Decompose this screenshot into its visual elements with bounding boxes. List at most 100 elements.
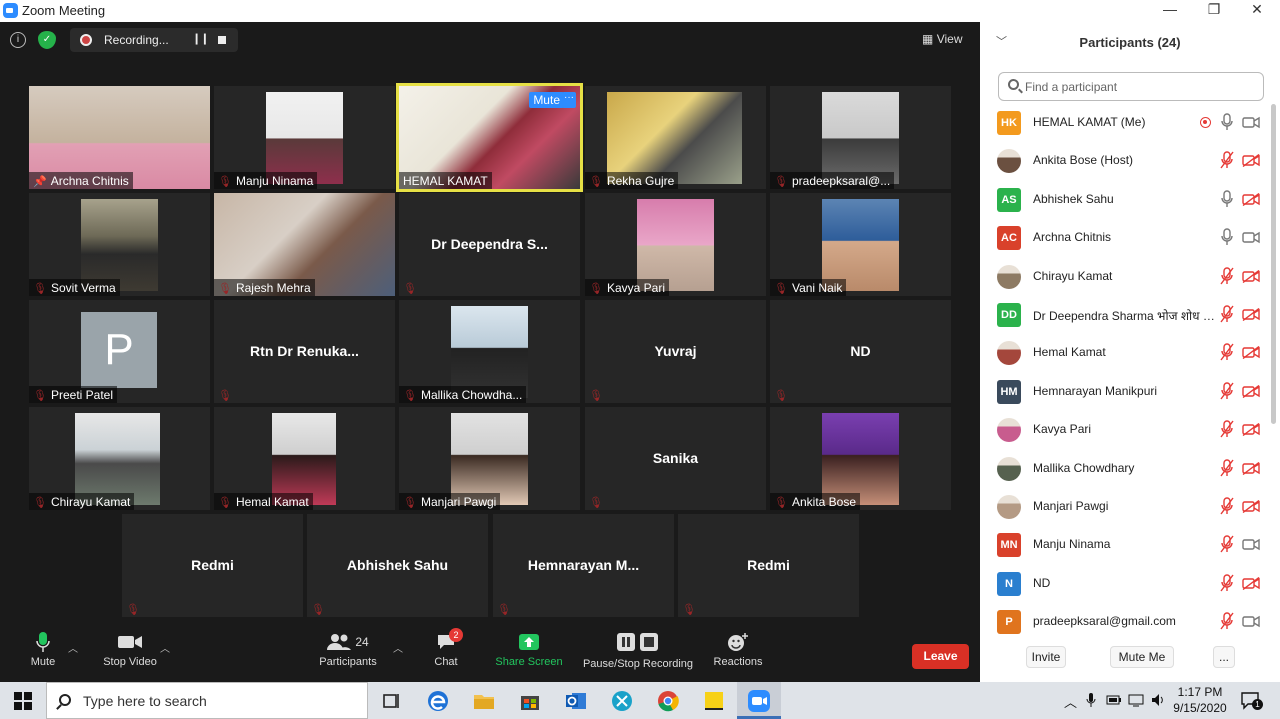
- participant-row[interactable]: Hemal Kamat: [980, 334, 1270, 372]
- video-camera-icon[interactable]: [1242, 231, 1260, 244]
- video-tile[interactable]: Sanika 🎙: [585, 407, 766, 510]
- mute-me-button[interactable]: Mute Me: [1110, 646, 1174, 668]
- video-off-icon[interactable]: [1242, 154, 1260, 168]
- participant-list-scrollbar[interactable]: [1271, 104, 1276, 424]
- participant-row[interactable]: HK HEMAL KAMAT (Me): [980, 104, 1270, 142]
- edge-browser-icon[interactable]: [425, 688, 451, 714]
- video-off-icon[interactable]: [1242, 461, 1260, 475]
- video-tile[interactable]: Yuvraj 🎙: [585, 300, 766, 403]
- participant-row[interactable]: Chirayu Kamat: [980, 258, 1270, 296]
- video-off-icon[interactable]: [1242, 500, 1260, 513]
- participant-row[interactable]: HM Hemnarayan Manikpuri: [980, 373, 1270, 411]
- participant-row[interactable]: MN Manju Ninama: [980, 526, 1270, 564]
- start-button[interactable]: [0, 682, 46, 719]
- tile-mute-button[interactable]: Mute: [529, 92, 564, 108]
- video-tile[interactable]: P 🎙 Preeti Patel: [29, 300, 210, 403]
- muted-microphone-icon[interactable]: [1220, 305, 1234, 323]
- video-off-icon[interactable]: [1242, 576, 1260, 590]
- muted-microphone-icon[interactable]: [1220, 497, 1234, 515]
- video-tile[interactable]: Redmi 🎙: [122, 514, 303, 617]
- video-tile[interactable]: 🎙 Hemal Kamat: [214, 407, 395, 510]
- info-icon[interactable]: i: [10, 32, 26, 48]
- participants-button[interactable]: 24 Participants: [316, 630, 380, 668]
- video-tile[interactable]: Redmi 🎙: [678, 514, 859, 617]
- shield-icon[interactable]: ✓: [38, 31, 56, 49]
- task-view-icon[interactable]: [378, 688, 404, 714]
- video-tile[interactable]: 📌 Archna Chitnis: [29, 86, 210, 189]
- video-tile[interactable]: 🎙 Mallika Chowdha...: [399, 300, 580, 403]
- sticky-notes-icon[interactable]: [701, 688, 727, 714]
- participants-options-chevron-icon[interactable]: ︿: [393, 640, 403, 655]
- video-tile[interactable]: 🎙 Rekha Gujre: [585, 86, 766, 189]
- chat-button[interactable]: 2 Chat: [428, 628, 464, 668]
- view-button[interactable]: ▦ View: [922, 32, 962, 46]
- participant-row[interactable]: DD Dr Deependra Sharma भोज शोध संस्थान: [980, 296, 1270, 334]
- taskbar-search-input[interactable]: Type here to search: [46, 682, 368, 719]
- microphone-icon[interactable]: [1220, 190, 1234, 208]
- muted-microphone-icon[interactable]: [1220, 574, 1234, 592]
- video-tile[interactable]: 🎙 Sovit Verma: [29, 193, 210, 296]
- microphone-icon[interactable]: [1220, 113, 1234, 131]
- restore-button[interactable]: ❐: [1199, 1, 1229, 21]
- taskbar-clock[interactable]: 1:17 PM 9/15/2020: [1170, 684, 1230, 716]
- participant-search-input[interactable]: Find a participant: [998, 72, 1264, 101]
- video-off-icon[interactable]: [1242, 346, 1260, 360]
- video-tile[interactable]: 🎙 Kavya Pari: [585, 193, 766, 296]
- video-tile[interactable]: ND 🎙: [770, 300, 951, 403]
- volume-icon[interactable]: [1150, 692, 1166, 708]
- invite-button[interactable]: Invite: [1026, 646, 1066, 668]
- video-off-icon[interactable]: [1242, 384, 1260, 398]
- muted-microphone-icon[interactable]: [1220, 458, 1234, 477]
- participant-row[interactable]: Ppradeepksaral@gmail.com: [980, 603, 1270, 634]
- video-tile[interactable]: 🎙 Ankita Bose: [770, 407, 951, 510]
- battery-icon[interactable]: [1106, 694, 1122, 706]
- participant-row[interactable]: N ND: [980, 565, 1270, 603]
- stop-video-button[interactable]: Stop Video: [98, 630, 162, 668]
- video-off-icon[interactable]: [1242, 423, 1260, 437]
- snipping-tool-icon[interactable]: [609, 688, 635, 714]
- muted-microphone-icon[interactable]: [1220, 382, 1234, 400]
- video-tile[interactable]: Abhishek Sahu 🎙: [307, 514, 488, 617]
- muted-microphone-icon[interactable]: [1220, 535, 1234, 553]
- video-tile[interactable]: 🎙 Manjari Pawgi: [399, 407, 580, 510]
- participant-row[interactable]: AC Archna Chitnis: [980, 219, 1270, 257]
- tray-chevron-up-icon[interactable]: ︿: [1064, 692, 1077, 711]
- chrome-icon[interactable]: [655, 688, 681, 714]
- video-tile[interactable]: 🎙 pradeepksaral@...: [770, 86, 951, 189]
- video-tile[interactable]: 🎙 Vani Naik: [770, 193, 951, 296]
- pause-recording-button[interactable]: ❙❙: [192, 32, 209, 45]
- store-icon[interactable]: [517, 688, 543, 714]
- participant-row[interactable]: AS Abhishek Sahu: [980, 181, 1270, 219]
- notification-center-button[interactable]: 1: [1240, 690, 1263, 710]
- muted-microphone-icon[interactable]: [1220, 343, 1234, 361]
- video-options-chevron-icon[interactable]: ︿: [160, 640, 170, 655]
- tray-microphone-icon[interactable]: [1086, 692, 1096, 708]
- tile-more-button[interactable]: ···: [562, 92, 576, 108]
- pause-stop-recording-button[interactable]: Pause/Stop Recording: [582, 630, 694, 670]
- video-camera-icon[interactable]: [1242, 615, 1260, 628]
- participant-row[interactable]: Mallika Chowdhary: [980, 450, 1270, 488]
- video-tile[interactable]: Dr Deependra S... 🎙: [399, 193, 580, 296]
- video-off-icon[interactable]: [1242, 192, 1260, 206]
- video-tile[interactable]: 🎙 Manju Ninama: [214, 86, 395, 189]
- stop-recording-button[interactable]: [218, 36, 226, 44]
- muted-microphone-icon[interactable]: [1220, 420, 1234, 438]
- file-explorer-icon[interactable]: [471, 688, 497, 714]
- muted-microphone-icon[interactable]: [1220, 151, 1234, 169]
- video-camera-icon[interactable]: [1242, 116, 1260, 129]
- zoom-taskbar-item[interactable]: [737, 682, 781, 719]
- video-tile[interactable]: Hemnarayan M... 🎙: [493, 514, 674, 617]
- outlook-icon[interactable]: [563, 688, 589, 714]
- minimize-button[interactable]: —: [1155, 1, 1185, 21]
- more-options-button[interactable]: ...: [1213, 646, 1235, 668]
- share-screen-button[interactable]: Share Screen: [494, 630, 564, 668]
- participant-row[interactable]: Kavya Pari: [980, 411, 1270, 449]
- muted-microphone-icon[interactable]: [1220, 266, 1234, 285]
- video-tile[interactable]: 🎙 Chirayu Kamat: [29, 407, 210, 510]
- reactions-button[interactable]: Reactions: [712, 630, 764, 668]
- network-icon[interactable]: [1128, 692, 1144, 708]
- video-off-icon[interactable]: [1242, 308, 1260, 321]
- video-tile[interactable]: Rtn Dr Renuka... 🎙: [214, 300, 395, 403]
- muted-microphone-icon[interactable]: [1220, 612, 1234, 630]
- participant-row[interactable]: Manjari Pawgi: [980, 488, 1270, 526]
